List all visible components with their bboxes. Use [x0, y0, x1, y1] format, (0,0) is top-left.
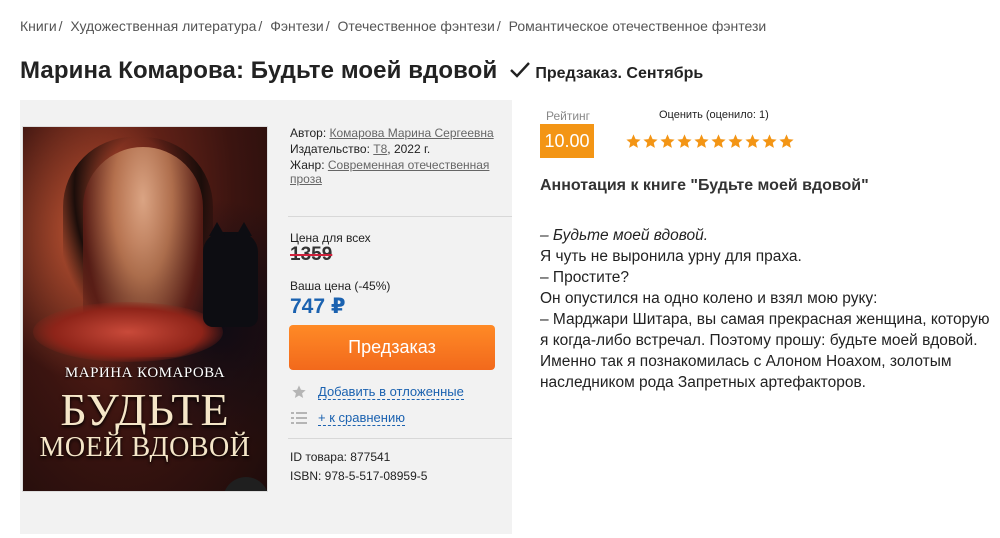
publisher-row: Издательство: Т8, 2022 г.	[290, 142, 500, 156]
new-price: 747 ₽	[290, 295, 346, 318]
author-link[interactable]: Комарова Марина Сергеевна	[330, 126, 494, 140]
compare-row[interactable]: + к сравнению	[290, 410, 405, 426]
breadcrumb-item-fiction[interactable]: Художественная литература	[70, 18, 256, 34]
publisher-link[interactable]: Т8	[373, 142, 387, 156]
add-to-compare-link[interactable]: + к сравнению	[318, 410, 405, 426]
rating-star-icon[interactable]	[676, 133, 693, 150]
publisher-label: Издательство:	[290, 142, 370, 156]
breadcrumb-separator: /	[258, 18, 263, 34]
old-price: 1359	[290, 244, 333, 265]
checkmark-icon	[509, 60, 531, 80]
product-card: МАРИНА КОМАРОВА БУДЬТЕ МОЕЙ ВДОВОЙ 45% А…	[20, 100, 512, 534]
author-label: Автор:	[290, 126, 327, 140]
breadcrumb-item-domestic-fantasy[interactable]: Отечественное фэнтези	[337, 18, 494, 34]
divider	[288, 438, 512, 439]
page-title: Марина Комарова: Будьте моей вдовой	[20, 57, 498, 84]
rating-star-icon[interactable]	[625, 133, 642, 150]
breadcrumb-separator: /	[325, 18, 330, 34]
rating-star-icon[interactable]	[761, 133, 778, 150]
book-cover[interactable]: МАРИНА КОМАРОВА БУДЬТЕ МОЕЙ ВДОВОЙ 45%	[22, 126, 268, 492]
breadcrumb-separator: /	[496, 18, 501, 34]
rating-star-icon[interactable]	[744, 133, 761, 150]
rating-star-icon[interactable]	[659, 133, 676, 150]
isbn: ISBN: 978-5-517-08959-5	[290, 469, 428, 483]
annotation-line: – Простите?	[540, 269, 629, 286]
cover-author: МАРИНА КОМАРОВА	[64, 365, 226, 381]
list-icon	[290, 410, 308, 426]
product-id: ID товара: 877541	[290, 450, 391, 464]
book-details: Автор: Комарова Марина Сергеевна Издател…	[290, 126, 500, 188]
add-to-wishlist-link[interactable]: Добавить в отложенные	[318, 384, 464, 400]
publish-year: , 2022 г.	[387, 142, 431, 156]
title-row: Марина Комарова: Будьте моей вдовой Пред…	[20, 57, 703, 85]
rating-star-icon[interactable]	[642, 133, 659, 150]
annotation-line: – Будьте моей вдовой.	[540, 227, 709, 244]
cover-title-line1: БУДЬТЕ	[60, 384, 230, 435]
breadcrumb-item-books[interactable]: Книги	[20, 18, 57, 34]
rating-value: 10.00	[540, 124, 594, 158]
preorder-button[interactable]: Предзаказ	[289, 325, 495, 370]
annotation-line: Я чуть не выронила урну для праха.	[540, 248, 802, 265]
breadcrumb-item-romantic-fantasy[interactable]: Романтическое отечественное фэнтези	[509, 18, 767, 34]
rating-star-icon[interactable]	[727, 133, 744, 150]
your-price-label: Ваша цена (-45%)	[290, 279, 391, 293]
annotation-text: – Будьте моей вдовой. Я чуть не выронила…	[540, 225, 990, 393]
breadcrumb: Книги / Художественная литература / Фэнтез…	[20, 18, 766, 34]
rating-star-icon[interactable]	[778, 133, 795, 150]
divider	[288, 216, 512, 217]
preorder-status: Предзаказ. Сентябрь	[535, 65, 704, 82]
price-all-label: Цена для всех	[290, 231, 371, 245]
rating-stars[interactable]	[625, 133, 795, 150]
rating-star-icon[interactable]	[693, 133, 710, 150]
annotation-line: Именно так я познакомилась с Алоном Ноах…	[540, 353, 952, 391]
genre-label: Жанр:	[290, 158, 325, 172]
author-row: Автор: Комарова Марина Сергеевна	[290, 126, 500, 140]
star-icon	[290, 384, 308, 400]
cover-illustration-plate	[33, 302, 223, 362]
annotation-line: – Марджари Шитара, вы самая прекрасная ж…	[540, 311, 990, 349]
breadcrumb-separator: /	[58, 18, 63, 34]
breadcrumb-item-fantasy[interactable]: Фэнтези	[270, 18, 324, 34]
rate-label: Оценить (оценило: 1)	[659, 109, 769, 121]
genre-row: Жанр: Современная отечественная проза	[290, 158, 500, 186]
rating-star-icon[interactable]	[710, 133, 727, 150]
annotation-title: Аннотация к книге "Будьте моей вдовой"	[540, 177, 869, 194]
cover-title-line2: МОЕЙ ВДОВОЙ	[39, 432, 251, 463]
annotation-line: Он опустился на одно колено и взял мою р…	[540, 290, 878, 307]
cover-illustration-cat	[203, 222, 258, 327]
wishlist-row[interactable]: Добавить в отложенные	[290, 384, 464, 400]
rating-label: Рейтинг	[546, 109, 591, 123]
